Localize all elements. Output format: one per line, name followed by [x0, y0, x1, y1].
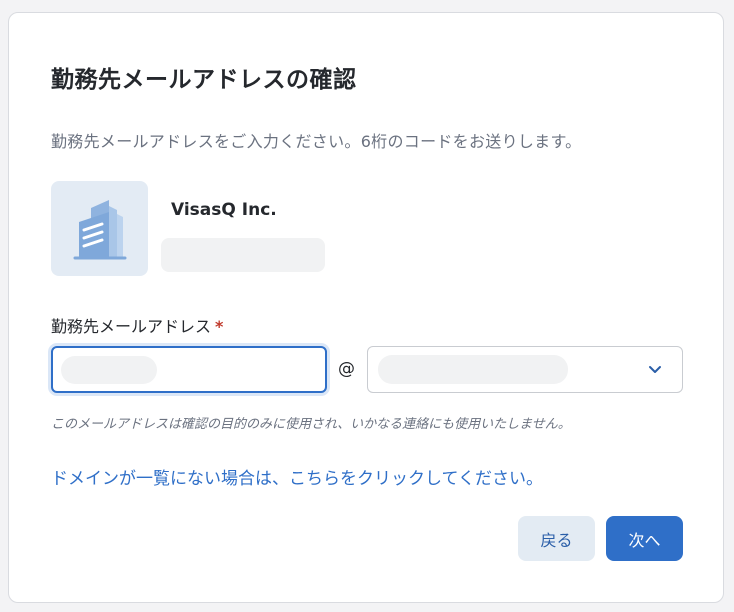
company-detail-placeholder [161, 238, 325, 272]
domain-not-listed-link[interactable]: ドメインが一覧にない場合は、こちらをクリックしてください。 [51, 464, 543, 489]
at-symbol: @ [338, 359, 355, 379]
chevron-down-icon[interactable] [646, 360, 664, 378]
back-button[interactable]: 戻る [518, 516, 595, 561]
email-field-label: 勤務先メールアドレス * [51, 313, 223, 337]
next-button[interactable]: 次へ [606, 516, 683, 561]
required-mark: * [215, 317, 224, 336]
dialog-title: 勤務先メールアドレスの確認 [51, 67, 357, 93]
company-name: VisasQ Inc. [171, 200, 277, 220]
email-usage-note: このメールアドレスは確認の目的のみに使用され、いかなる連絡にも使用いたしません。 [51, 417, 571, 432]
building-icon [73, 199, 126, 259]
dialog-description: 勤務先メールアドレスをご入力ください。6桁のコードをお送りします。 [51, 132, 582, 151]
email-local-part-input[interactable] [51, 346, 327, 393]
email-field-label-text: 勤務先メールアドレス [51, 317, 212, 336]
email-domain-select[interactable] [367, 346, 683, 393]
email-local-part-placeholder [61, 356, 157, 384]
email-verification-dialog: 勤務先メールアドレスの確認 勤務先メールアドレスをご入力ください。6桁のコードを… [8, 12, 724, 603]
email-domain-placeholder [378, 355, 568, 384]
company-logo [51, 181, 148, 276]
